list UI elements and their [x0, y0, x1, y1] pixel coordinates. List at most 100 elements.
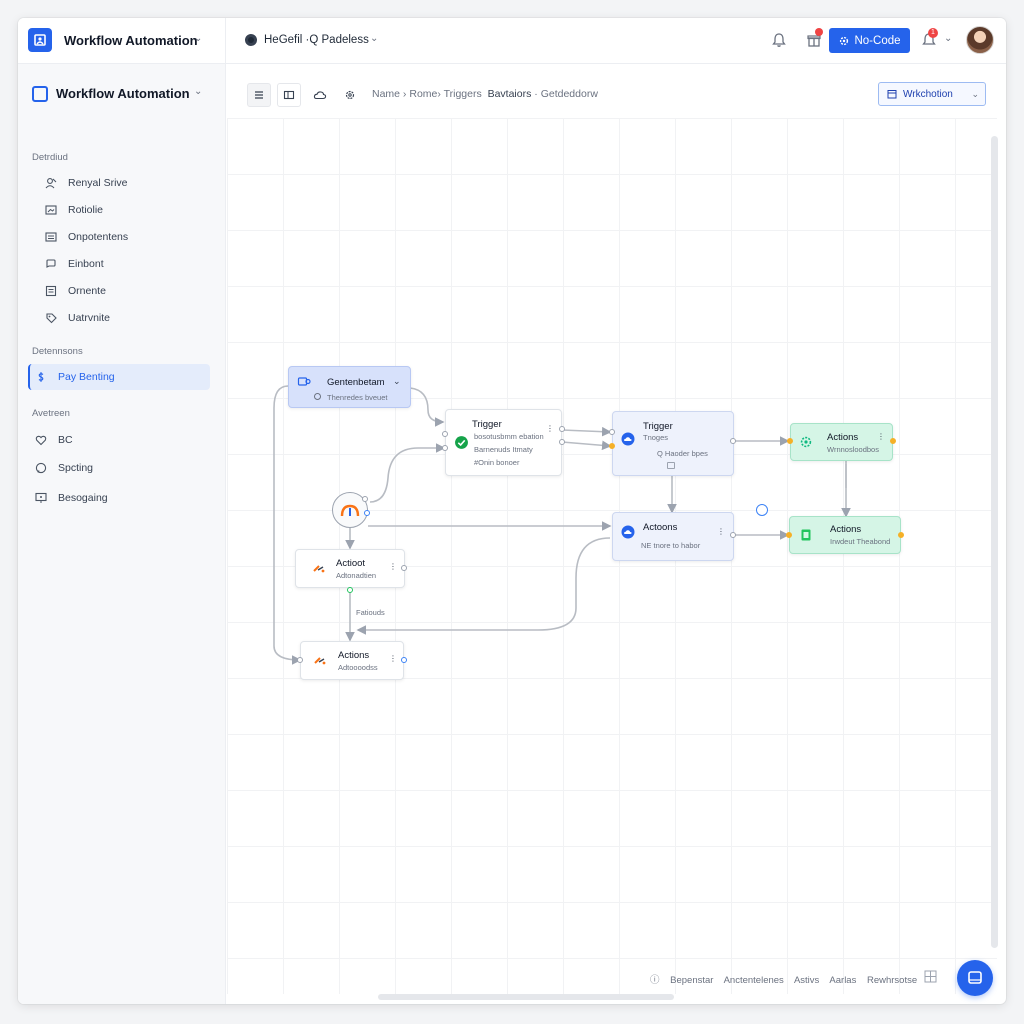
breadcrumb-item[interactable]: Getdeddorw — [541, 88, 598, 100]
node-subtitle: Adtonadtien — [336, 571, 377, 580]
output-port[interactable] — [559, 426, 565, 432]
workflow-select[interactable]: Wrkchotion ⌄ — [878, 82, 986, 106]
sidebar-item-spcting[interactable]: Spcting — [28, 455, 210, 481]
input-port[interactable] — [786, 532, 792, 538]
more-icon[interactable]: ⋮ — [389, 654, 397, 663]
output-port[interactable] — [898, 532, 904, 538]
start-node[interactable]: Gentenbetam Thenredes bveuet ⌄ — [288, 366, 411, 408]
list-icon — [45, 232, 57, 242]
output-port[interactable] — [890, 438, 896, 444]
notification-dot — [815, 28, 823, 36]
sidebar-item-label: Besogaing — [58, 492, 108, 504]
footer-link[interactable]: Aarlas — [829, 975, 856, 986]
box-icon — [667, 462, 675, 469]
users-icon — [45, 178, 57, 189]
action-node[interactable]: Actioot Adtonadtien ⋮ — [295, 549, 405, 588]
panel-view-button[interactable] — [277, 83, 301, 107]
chevron-down-icon[interactable]: ⌄ — [194, 86, 202, 97]
more-icon[interactable]: ⋮ — [546, 424, 554, 433]
sidebar-section-label: Avetreen — [32, 408, 70, 419]
footer-links: ⓘ Bepenstar Anctentelenes Astivs Aarlas … — [650, 972, 925, 986]
cloud-button[interactable] — [308, 83, 332, 107]
grid-icon[interactable] — [924, 970, 937, 983]
sidebar-item-label: Renyal Srive — [68, 177, 128, 189]
no-code-label: No-Code — [854, 34, 901, 47]
footer-link[interactable]: Bepenstar — [670, 975, 713, 986]
input-port[interactable] — [442, 431, 448, 437]
settings-button[interactable] — [338, 83, 362, 107]
input-port[interactable] — [442, 445, 448, 451]
app-logo-icon[interactable] — [28, 28, 52, 52]
output-port[interactable] — [362, 496, 368, 502]
sidebar-item-uatrvnite[interactable]: Uatrvnite — [28, 305, 210, 331]
output-port[interactable] — [401, 565, 407, 571]
output-port[interactable] — [364, 510, 370, 516]
breadcrumb-item[interactable]: Bavtaiors — [488, 88, 532, 100]
panel-icon — [283, 90, 295, 100]
sidebar-item-besogaing[interactable]: Besogaing — [28, 485, 210, 511]
bell-icon[interactable] — [770, 31, 788, 49]
footer-link[interactable]: Astivs — [794, 975, 819, 986]
chat-button[interactable] — [957, 960, 993, 996]
alert-count-badge: 1 — [928, 28, 938, 38]
input-port[interactable] — [297, 657, 303, 663]
output-port[interactable] — [347, 587, 353, 593]
horizontal-scrollbar[interactable] — [378, 994, 674, 1000]
footer-link[interactable]: Rewhrsotse — [867, 975, 917, 986]
window-icon — [45, 205, 57, 215]
input-port[interactable] — [609, 429, 615, 435]
chevron-down-icon[interactable]: ⌄ — [944, 33, 952, 44]
vertical-scrollbar[interactable] — [991, 136, 998, 948]
actions-node[interactable]: Actoons NE tnore to habor ⋮ — [612, 512, 734, 561]
trigger-node[interactable]: Trigger Tnoges Q Haoder bpes — [612, 411, 734, 476]
gear-icon — [345, 90, 355, 100]
sidebar-item-rotiolie[interactable]: Rotiolie — [28, 197, 210, 223]
actions-node[interactable]: Actions Wrnnosloodbos ⋮ — [790, 423, 893, 461]
sidebar-item-label: Onpotentens — [68, 231, 129, 243]
chevron-down-icon[interactable]: ⌄ — [393, 376, 401, 387]
info-icon: ⓘ — [650, 975, 660, 986]
monitor-icon — [35, 492, 47, 503]
sidebar-item-renyal-srive[interactable]: Renyal Srive — [28, 170, 210, 196]
sidebar-item-ornente[interactable]: Ornente — [28, 278, 210, 304]
chevron-down-icon[interactable]: ⌄ — [194, 33, 202, 44]
breadcrumb-item[interactable]: Triggers — [444, 88, 482, 100]
input-port[interactable] — [609, 443, 615, 449]
workflow-select-value: Wrkchotion — [903, 88, 953, 100]
output-port[interactable] — [730, 438, 736, 444]
sidebar-item-label: Rotiolie — [68, 204, 104, 216]
output-port[interactable] — [730, 532, 736, 538]
actions-node[interactable]: Actions Adtoooodss ⋮ — [300, 641, 404, 680]
output-port[interactable] — [401, 657, 407, 663]
chevron-down-icon[interactable]: ⌄ — [370, 33, 378, 44]
project-title[interactable]: HeGefil ·Q Padeless — [264, 34, 369, 46]
avatar[interactable] — [966, 26, 994, 54]
database-icon — [297, 377, 311, 386]
app-title[interactable]: Workflow Automation — [64, 33, 198, 48]
sidebar-item-pay-benting[interactable]: Pay Benting — [28, 364, 210, 390]
sidebar-item-einbont[interactable]: Einbont — [28, 251, 210, 277]
output-port[interactable] — [559, 439, 565, 445]
add-node-handle[interactable] — [756, 504, 768, 516]
sidebar-item-onpotentens[interactable]: Onpotentens — [28, 224, 210, 250]
input-port[interactable] — [787, 438, 793, 444]
more-icon[interactable]: ⋮ — [877, 432, 885, 441]
gear-icon — [840, 36, 849, 45]
more-icon[interactable]: ⋮ — [717, 527, 725, 536]
sidebar-item-bc[interactable]: BC — [28, 427, 210, 453]
sidebar-item-label: Pay Benting — [58, 371, 115, 383]
breadcrumb-item[interactable]: Name — [372, 88, 400, 100]
app-window: Workflow Automation ⌄ HeGefil ·Q Padeles… — [18, 18, 1006, 1004]
chat-icon — [35, 462, 47, 474]
breadcrumb-item[interactable]: Rome — [409, 88, 437, 100]
footer-link[interactable]: Anctentelenes — [724, 975, 784, 986]
node-subtitle: Barnenuds Itmaty — [474, 445, 533, 454]
more-icon[interactable]: ⋮ — [389, 562, 397, 571]
sidebar-title[interactable]: Workflow Automation — [56, 86, 190, 101]
node-title: Actions — [830, 524, 862, 535]
no-code-button[interactable]: No-Code — [829, 28, 910, 53]
actions-node[interactable]: Actions Irwdeut Theabond — [789, 516, 901, 554]
trigger-node[interactable]: Trigger bosotusbmm ebation Barnenuds Itm… — [445, 409, 562, 476]
list-view-button[interactable] — [247, 83, 271, 107]
node-title: Gentenbetam — [327, 377, 385, 388]
